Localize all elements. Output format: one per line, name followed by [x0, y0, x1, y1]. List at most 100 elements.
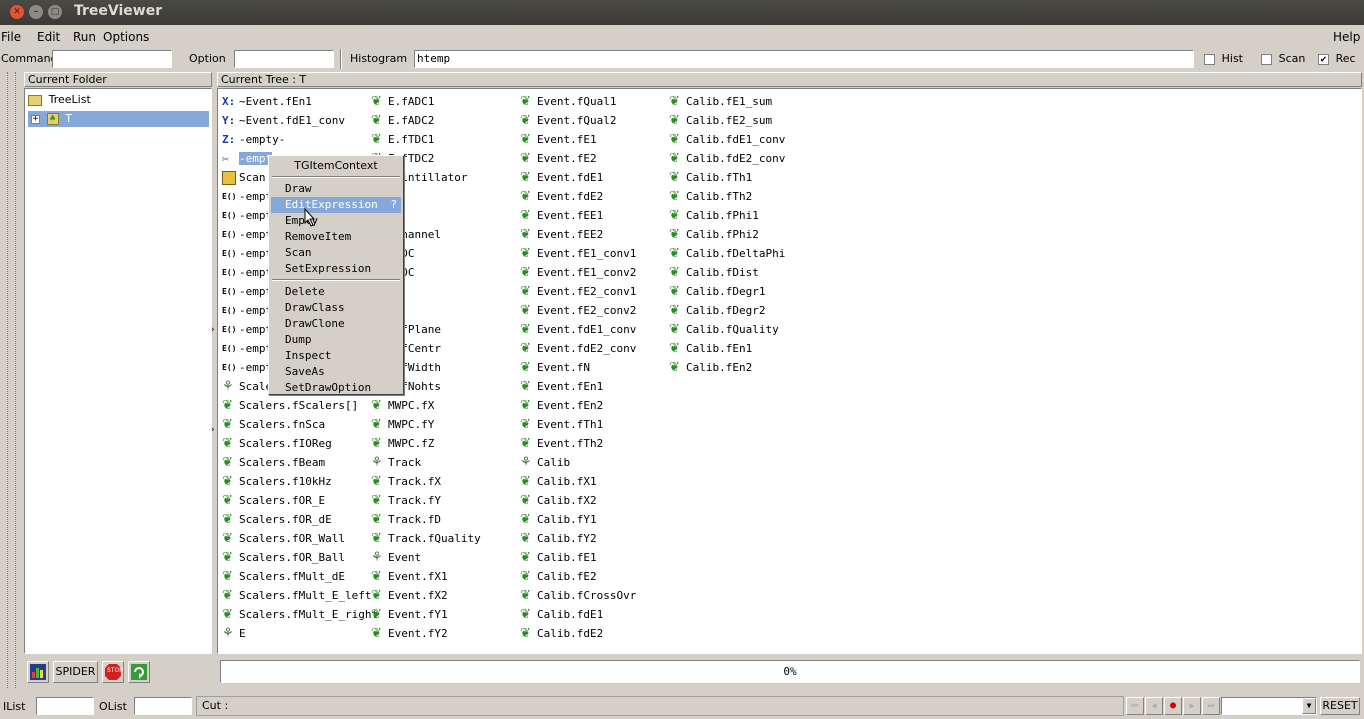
tree-item[interactable]: ⚘ Calib [520, 453, 570, 472]
record-button[interactable]: ● [1164, 697, 1182, 715]
tree-item[interactable]: ❦ Calib.fY1 [520, 510, 597, 529]
tree-item[interactable]: E() -empt [222, 187, 272, 206]
tree-item[interactable]: ❦ Calib.fY2 [520, 529, 597, 548]
tree-item[interactable]: ❦ Calib.fDeltaPhi [669, 244, 785, 263]
tree-item[interactable]: ❦ Calib.fE2 [520, 567, 597, 586]
tree-item[interactable]: ❦ Event.fdE2 [520, 187, 603, 206]
tree-item[interactable]: ❦ Scalers.fOR_Ball [222, 548, 345, 567]
expand-icon[interactable]: + [31, 114, 40, 124]
tree-item[interactable]: ❦ Calib.fdE1 [520, 605, 603, 624]
tree-item[interactable]: ❦ Scalers.fIOReg [222, 434, 332, 453]
ilist-input[interactable] [36, 697, 94, 715]
reset-button[interactable]: RESET [1320, 697, 1360, 715]
tree-item[interactable]: ❦ Calib.fE2_sum [669, 111, 772, 130]
tree-item[interactable]: ❦ Event.fE2 [520, 149, 597, 168]
tree-item[interactable]: ❦ Calib.fQuality [669, 320, 779, 339]
tree-item[interactable]: ❦ Event.fY2 [371, 624, 448, 643]
tree-item[interactable]: ❦ Event.fE2_conv1 [520, 282, 636, 301]
drag-handle-left-2[interactable] [15, 72, 17, 688]
tree-item[interactable]: E() -empt [222, 358, 272, 377]
tree-item[interactable]: ❦ Event.fN [520, 358, 590, 377]
tree-item[interactable]: ❦ Event.fE1 [520, 130, 597, 149]
tree-item[interactable]: ❦ E.fTDC1 [371, 130, 434, 149]
tree-item[interactable]: E() -empt [222, 206, 272, 225]
tree-item[interactable]: ❦ Calib.fDegr1 [669, 282, 765, 301]
record-combo[interactable]: ▼ [1221, 697, 1317, 715]
menu-run[interactable]: Run [73, 30, 96, 44]
scan-checkbox[interactable]: Scan [1261, 52, 1305, 65]
tree-item[interactable]: E() -empt [222, 263, 272, 282]
tree-item[interactable]: ❦ MWPC.fX [371, 396, 434, 415]
help-icon[interactable]: ? [390, 197, 397, 213]
tree-item[interactable]: ❦ Scalers.fMult_E_right [222, 605, 378, 624]
tree-item[interactable]: ❦ Track.fX [371, 472, 441, 491]
tree-item[interactable]: ❦ Calib.fPhi2 [669, 225, 759, 244]
tree-item[interactable]: ❦ E.fADC1 [371, 92, 434, 111]
context-menu-item[interactable]: SetDrawOption [271, 380, 401, 396]
tree-item[interactable]: Z: -empty- [222, 130, 285, 149]
tree-item[interactable]: ⚘ Track [371, 453, 421, 472]
tree-item[interactable]: ❦ MWPC.fZ [371, 434, 434, 453]
tree-item[interactable]: ❦ Calib.fTh2 [669, 187, 752, 206]
tree-item[interactable]: ❦ Event.fQual2 [520, 111, 616, 130]
tree-node-treelist[interactable]: TreeList [28, 92, 91, 108]
menu-file[interactable]: File [1, 30, 21, 44]
tree-item[interactable]: E() -empt [222, 225, 272, 244]
context-menu-item[interactable]: Empty [271, 213, 401, 229]
spider-button[interactable]: SPIDER [53, 661, 98, 683]
last-entry-button[interactable]: ⏭ [1202, 697, 1220, 715]
tree-item[interactable]: ❦ Calib.fDegr2 [669, 301, 765, 320]
tree-item[interactable]: ❦ Scalers.fOR_dE [222, 510, 332, 529]
tree-item[interactable]: ❦ Calib.fdE2 [520, 624, 603, 643]
tree-item[interactable]: ❦ Scalers.fOR_Wall [222, 529, 345, 548]
tree-item[interactable]: ❦ Scalers.fnSca [222, 415, 325, 434]
tree-item[interactable]: ❦ Scalers.fBeam [222, 453, 325, 472]
tree-item[interactable]: ❦ Scalers.fScalers[] [222, 396, 358, 415]
option-input[interactable] [234, 50, 334, 68]
tree-item[interactable]: ❦ Calib.fEn1 [669, 339, 752, 358]
tree-item[interactable]: ❦ Event.fEE1 [520, 206, 603, 225]
hist-checkbox[interactable]: Hist [1204, 52, 1243, 65]
tree-item[interactable]: ❦ Calib.fTh1 [669, 168, 752, 187]
tree-item[interactable]: ❦ Calib.fCrossOvr [520, 586, 636, 605]
tree-item[interactable]: ❦ Calib.fX2 [520, 491, 597, 510]
tree-item[interactable]: ❦ Event.fY1 [371, 605, 448, 624]
menu-help[interactable]: Help [1333, 30, 1360, 44]
tree-item[interactable]: ❦ Scalers.fMult_E_left [222, 586, 371, 605]
tree-item[interactable]: Y: ~Event.fdE1_conv [222, 111, 345, 130]
tree-node-t[interactable]: + ♣ T [28, 111, 209, 127]
tree-item[interactable]: E() -empt [222, 339, 272, 358]
tree-item[interactable]: ⚘ Event [371, 548, 421, 567]
tree-item[interactable]: ❦ Track.fD [371, 510, 441, 529]
minimize-window-button[interactable]: – [29, 5, 43, 19]
tree-item[interactable]: ❦ Event.fdE1_conv [520, 320, 636, 339]
histogram-input[interactable]: htemp [414, 50, 1194, 68]
close-window-button[interactable]: ✕ [10, 5, 24, 19]
tree-item[interactable]: E() -empt [222, 320, 272, 339]
tree-item[interactable]: ❦ Event.fdE1 [520, 168, 603, 187]
tree-item[interactable]: ❦ Scalers.fOR_E [222, 491, 325, 510]
tree-item[interactable]: ❦ Track.fQuality [371, 529, 481, 548]
context-menu-item[interactable]: DrawClone [271, 316, 401, 332]
maximize-window-button[interactable]: □ [48, 5, 62, 19]
drag-handle-left[interactable] [7, 72, 9, 688]
tree-item[interactable]: ❦ Calib.fPhi1 [669, 206, 759, 225]
chevron-down-icon[interactable]: ▼ [1302, 698, 1316, 714]
tree-item[interactable]: ⚘ E [222, 624, 246, 643]
command-input[interactable] [52, 50, 172, 68]
context-menu-item[interactable]: RemoveItem [271, 229, 401, 245]
scan-checkbox-box[interactable] [1261, 53, 1272, 65]
menu-options[interactable]: Options [103, 30, 149, 44]
tree-item[interactable]: ❦ Event.fTh2 [520, 434, 603, 453]
stop-button[interactable]: STOP [102, 661, 124, 683]
context-menu-item[interactable]: SetExpression [271, 261, 401, 277]
context-menu-item[interactable]: EditExpression? [271, 197, 401, 213]
tree-item[interactable]: ❦ Calib.fE1_sum [669, 92, 772, 111]
tree-item[interactable]: ❦ Scalers.f10kHz [222, 472, 332, 491]
tree-item[interactable]: ❦ Calib.fdE1_conv [669, 130, 785, 149]
tree-item[interactable]: ❦ Event.fE1_conv1 [520, 244, 636, 263]
tree-item[interactable]: E() -empt [222, 282, 272, 301]
olist-input[interactable] [134, 697, 192, 715]
next-entry-button[interactable]: ▶ [1183, 697, 1201, 715]
tree-item[interactable]: ❦ Calib.fX1 [520, 472, 597, 491]
